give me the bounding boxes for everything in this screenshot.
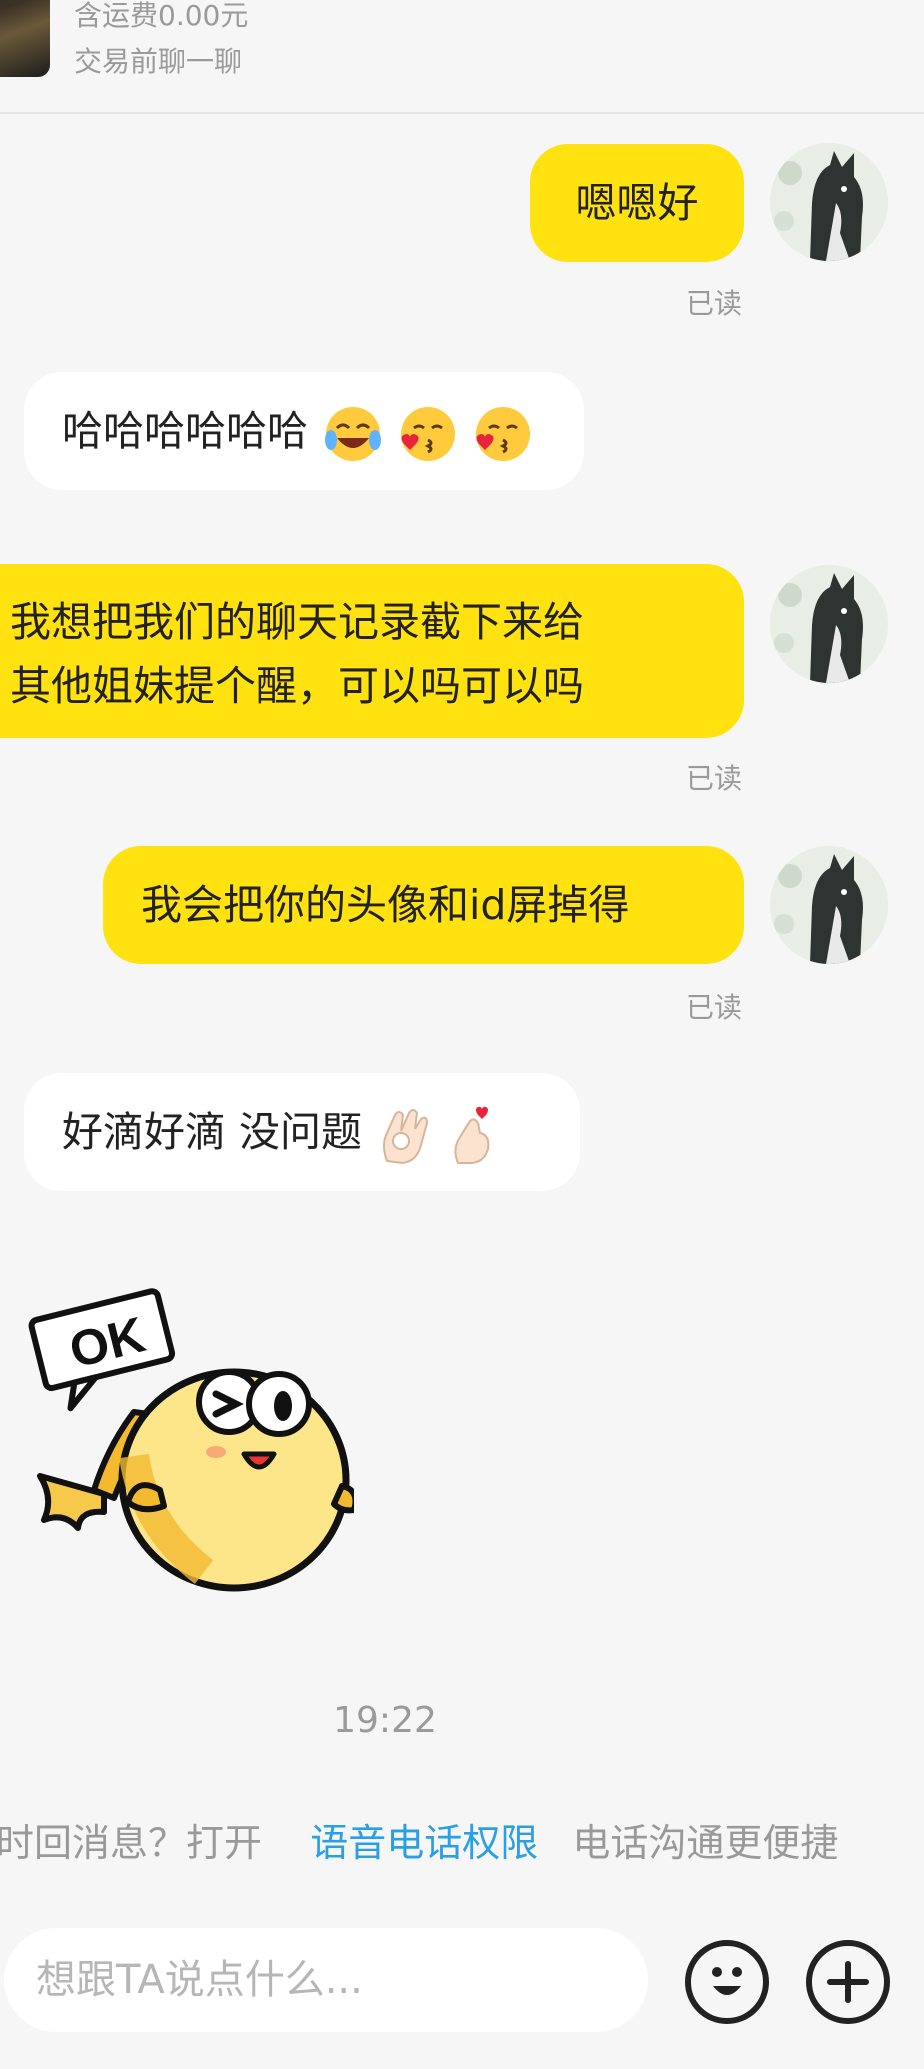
ok-fish-sticker-icon: OK <box>28 1288 359 1592</box>
plus-button[interactable] <box>806 1940 890 2024</box>
ok-fish-sticker[interactable]: OK <box>24 1276 359 1596</box>
message-line: 其他姐妹提个醒，可以吗可以吗 <box>10 662 584 710</box>
cat-avatar-icon <box>770 143 888 261</box>
plus-icon <box>827 1961 869 2003</box>
message-bubble-them[interactable]: 好滴好滴 没问题 <box>24 1073 580 1191</box>
finger-heart-emoji-icon <box>454 1106 490 1164</box>
read-status: 已读 <box>686 762 743 795</box>
message-input-placeholder: 想跟TA说点什么... <box>36 1957 363 2003</box>
message-timestamp: 19:22 <box>333 1700 437 1741</box>
message-bubble-me[interactable]: 我想把我们的聊天记录截下来给 其他姐妹提个醒，可以吗可以吗 <box>0 564 744 738</box>
laughing-tears-emoji-icon <box>325 407 382 461</box>
emoji-button[interactable] <box>685 1940 769 2024</box>
read-status: 已读 <box>686 991 743 1024</box>
kissing-heart-emoji-icon <box>401 407 456 461</box>
message-bubble-them[interactable]: 哈哈哈哈哈哈 <box>24 372 584 490</box>
notice-prefix: 时回消息？打开 <box>0 1821 263 1865</box>
my-avatar[interactable] <box>770 846 888 964</box>
chat-prompt: 交易前聊一聊 <box>74 45 243 78</box>
voice-call-permission-link[interactable]: 语音电话权限 <box>310 1821 538 1865</box>
voice-call-notice: 时回消息？打开 语音电话权限 电话沟通更便捷 <box>0 1812 838 1867</box>
product-header[interactable]: 含运费0.00元 交易前聊一聊 <box>0 0 924 114</box>
message-bubble-me[interactable]: 嗯嗯好 <box>530 144 744 262</box>
my-avatar[interactable] <box>770 565 888 683</box>
message-input[interactable]: 想跟TA说点什么... <box>4 1928 648 2032</box>
my-avatar[interactable] <box>770 143 888 261</box>
message-text: 哈哈哈哈哈哈 <box>62 407 308 455</box>
notice-suffix: 电话沟通更便捷 <box>572 1821 839 1865</box>
message-text: 我会把你的头像和id屏掉得 <box>141 881 630 929</box>
shipping-fee: 含运费0.00元 <box>74 0 249 32</box>
cat-avatar-icon <box>770 846 888 964</box>
ok-hand-emoji-icon <box>383 1109 429 1165</box>
message-bubble-me[interactable]: 我会把你的头像和id屏掉得 <box>103 846 744 964</box>
kissing-heart-emoji-icon <box>476 407 531 461</box>
read-status: 已读 <box>686 287 743 320</box>
message-text: 嗯嗯好 <box>575 179 699 227</box>
cat-avatar-icon <box>770 565 888 683</box>
smiley-icon <box>712 1967 742 1995</box>
message-line: 我想把我们的聊天记录截下来给 <box>10 598 584 646</box>
message-text: 好滴好滴 没问题 <box>62 1108 363 1156</box>
product-thumbnail[interactable] <box>0 0 50 77</box>
